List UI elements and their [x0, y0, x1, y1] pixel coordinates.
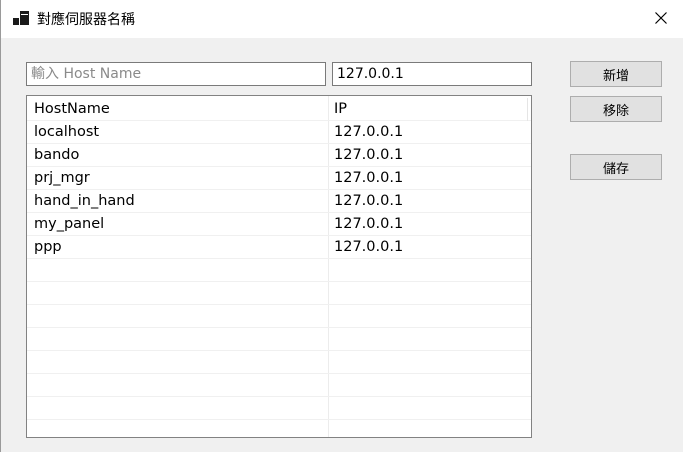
ip-input[interactable]	[332, 62, 532, 86]
row-ip: 127.0.0.1	[334, 239, 404, 255]
empty-row	[27, 397, 531, 420]
table-row[interactable]: prj_mgr 127.0.0.1	[27, 167, 531, 190]
remove-button[interactable]: 移除	[570, 96, 662, 122]
window-app-icon	[13, 11, 29, 25]
empty-row	[27, 351, 531, 374]
row-hostname: hand_in_hand	[34, 193, 135, 209]
empty-row	[27, 328, 531, 351]
table-row[interactable]: localhost 127.0.0.1	[27, 121, 531, 144]
empty-row	[27, 305, 531, 328]
save-button[interactable]: 儲存	[570, 154, 662, 180]
column-header-ip[interactable]: IP	[334, 98, 347, 121]
table-row[interactable]: ppp 127.0.0.1	[27, 236, 531, 259]
host-table[interactable]: HostName IP localhost 127.0.0.1 bando 12…	[26, 95, 532, 438]
table-row[interactable]: hand_in_hand 127.0.0.1	[27, 190, 531, 213]
row-ip: 127.0.0.1	[334, 170, 404, 186]
header-divider	[527, 98, 528, 121]
row-hostname: my_panel	[34, 216, 105, 232]
empty-row	[27, 420, 531, 437]
window-title: 對應伺服器名稱	[37, 12, 135, 28]
row-hostname: localhost	[34, 124, 100, 140]
hostname-input[interactable]	[26, 62, 326, 86]
close-icon	[655, 12, 667, 24]
row-hostname: bando	[34, 147, 80, 163]
empty-row	[27, 374, 531, 397]
empty-row	[27, 259, 531, 282]
dialog-window: 對應伺服器名稱 新增 移除 儲存 HostName IP localhost 1…	[0, 0, 683, 452]
add-button[interactable]: 新增	[570, 61, 662, 87]
close-button[interactable]	[638, 0, 683, 36]
row-ip: 127.0.0.1	[334, 216, 404, 232]
empty-row	[27, 282, 531, 305]
title-bar[interactable]: 對應伺服器名稱	[1, 0, 683, 38]
row-hostname: prj_mgr	[34, 170, 90, 186]
row-ip: 127.0.0.1	[334, 147, 404, 163]
table-row[interactable]: my_panel 127.0.0.1	[27, 213, 531, 236]
table-header: HostName IP	[27, 98, 531, 121]
column-header-hostname[interactable]: HostName	[34, 98, 110, 121]
row-ip: 127.0.0.1	[334, 124, 404, 140]
row-ip: 127.0.0.1	[334, 193, 404, 209]
table-row[interactable]: bando 127.0.0.1	[27, 144, 531, 167]
row-hostname: ppp	[34, 239, 62, 255]
